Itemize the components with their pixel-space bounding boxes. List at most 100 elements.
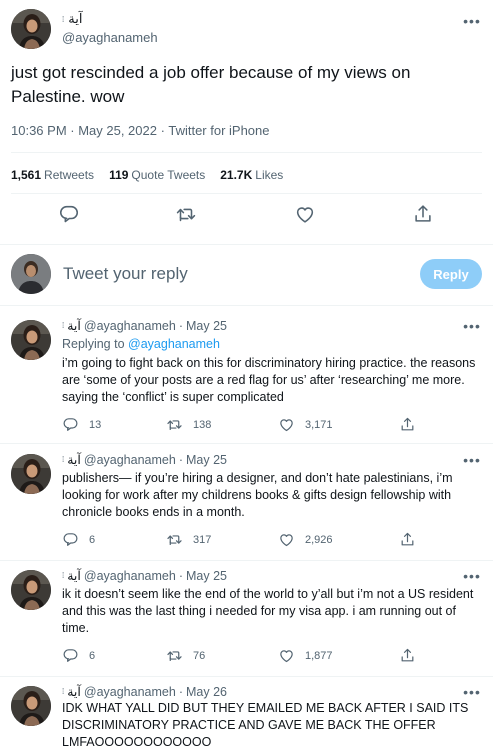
author-avatar[interactable]: [11, 454, 51, 494]
like-count: 2,926: [305, 533, 333, 546]
like-action[interactable]: 2,926: [278, 531, 333, 548]
divider: [0, 443, 493, 444]
share-action[interactable]: [399, 416, 416, 433]
more-options-icon[interactable]: •••: [462, 682, 482, 702]
reply-icon[interactable]: [58, 203, 80, 225]
retweet-count: 317: [193, 533, 212, 546]
author-display-name[interactable]: آية: [67, 568, 81, 583]
tweet-timestamp[interactable]: 10:36 PM · May 25, 2022: [11, 123, 157, 138]
retweets-count: 1,561: [11, 168, 42, 182]
retweet-action[interactable]: 317: [166, 531, 211, 548]
reply-input[interactable]: Tweet your reply: [63, 264, 188, 284]
author-avatar[interactable]: [11, 686, 51, 726]
divider: [0, 676, 493, 677]
like-icon: [278, 647, 295, 664]
reply-text: publishers— if you’re hiring a designer,…: [62, 471, 453, 519]
author-handle[interactable]: @ayaghanameh: [84, 685, 176, 699]
author-avatar[interactable]: [11, 570, 51, 610]
quotes-stat[interactable]: 119 Quote Tweets: [109, 168, 205, 182]
meta-separator: ·: [178, 318, 183, 333]
more-options-icon[interactable]: •••: [462, 316, 482, 336]
reply-tweet[interactable]: ⁞ آية @ayaghanameh · May 25 ••• publishe…: [0, 452, 493, 555]
reply-text: ik it doesn’t seem like the end of the w…: [62, 587, 474, 635]
current-user-avatar[interactable]: [11, 254, 51, 294]
reply-action[interactable]: 6: [62, 531, 95, 548]
retweets-label: Retweets: [44, 168, 95, 182]
reply-icon: [62, 531, 79, 548]
retweet-icon[interactable]: [175, 203, 197, 225]
retweet-icon: [166, 416, 183, 433]
name-prefix-mark: ⁞: [62, 571, 65, 580]
retweet-action[interactable]: 76: [166, 647, 205, 664]
more-options-icon[interactable]: •••: [462, 450, 482, 470]
reply-count: 6: [89, 649, 96, 662]
reply-actions: 6 317 2,926: [62, 531, 422, 551]
reply-text: i’m going to fight back on this for disc…: [62, 356, 476, 404]
divider: [11, 193, 482, 194]
author-avatar[interactable]: [11, 9, 51, 49]
like-count: 1,877: [305, 649, 333, 662]
tweet-actions: [0, 203, 493, 231]
like-icon: [278, 416, 295, 433]
reply-actions: 13 138 3,171: [62, 416, 422, 436]
like-icon[interactable]: [294, 203, 316, 225]
share-action[interactable]: [399, 647, 416, 664]
likes-stat[interactable]: 21.7K Likes: [220, 168, 283, 182]
meta-separator: ·: [178, 684, 183, 699]
meta-separator: ·: [160, 123, 165, 138]
author-display-name: آية: [68, 11, 83, 26]
reply-text: IDK WHAT YALL DID BUT THEY EMAILED ME BA…: [62, 701, 469, 749]
quotes-count: 119: [109, 168, 129, 182]
reply-date[interactable]: May 25: [186, 453, 227, 467]
reply-icon: [62, 647, 79, 664]
reply-date[interactable]: May 25: [186, 569, 227, 583]
replying-to: Replying to @ayaghanameh: [62, 337, 220, 351]
reply-tweet[interactable]: ⁞ آية @ayaghanameh · May 25 ••• ik it do…: [0, 568, 493, 671]
reply-button[interactable]: Reply: [420, 259, 482, 289]
share-icon[interactable]: [412, 203, 434, 225]
author-display-name[interactable]: آية: [67, 318, 81, 333]
author-handle[interactable]: @ayaghanameh: [84, 319, 176, 333]
replying-to-handle[interactable]: @ayaghanameh: [128, 337, 220, 351]
retweets-stat[interactable]: 1,561 Retweets: [11, 168, 94, 182]
author-display-name[interactable]: آية: [67, 684, 81, 699]
author-avatar[interactable]: [11, 320, 51, 360]
reply-date[interactable]: May 25: [186, 319, 227, 333]
author-name-row[interactable]: ⁞ آية: [62, 11, 82, 27]
more-options-icon[interactable]: •••: [462, 566, 482, 586]
like-icon: [278, 531, 295, 548]
author-display-name[interactable]: آية: [67, 452, 81, 467]
like-action[interactable]: 1,877: [278, 647, 333, 664]
reply-header: ⁞ آية @ayaghanameh · May 25: [62, 568, 227, 584]
more-options-icon[interactable]: •••: [462, 11, 482, 31]
reply-date[interactable]: May 26: [186, 685, 227, 699]
tweet-source[interactable]: Twitter for iPhone: [168, 123, 269, 138]
tweet-meta: 10:36 PM · May 25, 2022 · Twitter for iP…: [11, 123, 270, 138]
likes-count: 21.7K: [220, 168, 253, 182]
reply-header: ⁞ آية @ayaghanameh · May 25: [62, 318, 227, 334]
reply-action[interactable]: 6: [62, 647, 95, 664]
like-action[interactable]: 3,171: [278, 416, 333, 433]
retweet-count: 76: [193, 649, 206, 662]
divider: [0, 560, 493, 561]
author-handle[interactable]: @ayaghanameh: [62, 30, 158, 45]
reply-tweet[interactable]: ⁞ آية @ayaghanameh · May 25 ••• Replying…: [0, 318, 493, 438]
share-action[interactable]: [399, 531, 416, 548]
meta-separator: ·: [178, 452, 183, 467]
like-count: 3,171: [305, 418, 333, 431]
retweet-icon: [166, 531, 183, 548]
replying-prefix: Replying to: [62, 337, 125, 351]
reply-tweet[interactable]: ⁞ آية @ayaghanameh · May 26 ••• IDK WHAT…: [0, 684, 493, 751]
tweet-stats: 1,561 Retweets 119 Quote Tweets 21.7K Likes: [11, 168, 283, 182]
divider: [11, 152, 482, 153]
tweet-text: just got rescinded a job offer because o…: [11, 63, 411, 106]
author-handle[interactable]: @ayaghanameh: [84, 453, 176, 467]
retweet-action[interactable]: 138: [166, 416, 211, 433]
reply-header: ⁞ آية @ayaghanameh · May 25: [62, 452, 227, 468]
reply-count: 13: [89, 418, 102, 431]
share-icon: [399, 416, 416, 433]
author-handle[interactable]: @ayaghanameh: [84, 569, 176, 583]
name-prefix-mark: ⁞: [62, 321, 65, 330]
reply-count: 6: [89, 533, 96, 546]
reply-action[interactable]: 13: [62, 416, 101, 433]
